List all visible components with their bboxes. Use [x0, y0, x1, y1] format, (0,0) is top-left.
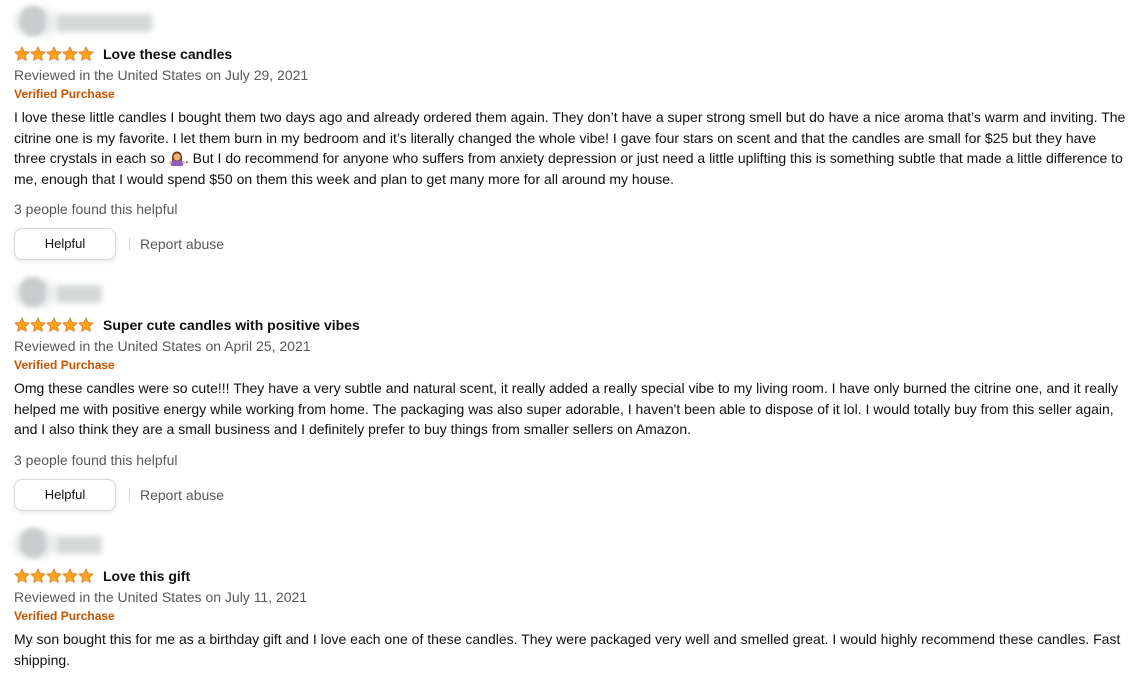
- review-actions: Helpful Report abuse: [14, 228, 1134, 260]
- helpful-count: 3 people found this helpful: [14, 451, 178, 468]
- star-icon: [14, 46, 30, 62]
- review-date: Reviewed in the United States on April 2…: [14, 338, 311, 354]
- report-abuse-link[interactable]: Report abuse: [140, 236, 224, 252]
- review-header: Love these candles: [14, 44, 1134, 64]
- star-icon: [14, 568, 30, 584]
- verified-purchase-badge: Verified Purchase: [14, 87, 115, 101]
- star-icon: [78, 317, 94, 333]
- helpful-button[interactable]: Helpful: [14, 228, 116, 260]
- star-icon: [46, 568, 62, 584]
- star-rating[interactable]: [14, 46, 94, 62]
- verified-purchase-badge: Verified Purchase: [14, 609, 115, 623]
- review-header: Love this gift: [14, 566, 1134, 586]
- avatar[interactable]: [20, 277, 46, 307]
- star-icon: [14, 317, 30, 333]
- review-1: Love these candles Reviewed in the Unite…: [14, 6, 1134, 260]
- review-title[interactable]: Super cute candles with positive vibes: [103, 317, 360, 333]
- star-icon: [62, 46, 78, 62]
- reviewer-profile[interactable]: [14, 528, 1134, 560]
- reviewer-profile[interactable]: [14, 277, 1134, 309]
- star-rating[interactable]: [14, 317, 94, 333]
- review-header: Super cute candles with positive vibes: [14, 315, 1134, 335]
- star-icon: [46, 46, 62, 62]
- review-title[interactable]: Love this gift: [103, 568, 190, 584]
- reviewer-name-redacted: [56, 285, 102, 303]
- verified-purchase-badge: Verified Purchase: [14, 358, 115, 372]
- star-icon: [62, 317, 78, 333]
- star-icon: [62, 568, 78, 584]
- action-divider: [129, 237, 130, 251]
- star-icon: [46, 317, 62, 333]
- woman-shrugging-emoji: [169, 151, 185, 166]
- helpful-button[interactable]: Helpful: [14, 478, 116, 511]
- reviewer-name-redacted: [56, 536, 102, 554]
- star-rating[interactable]: [14, 568, 94, 584]
- star-icon: [78, 46, 94, 62]
- review-date: Reviewed in the United States on July 11…: [14, 589, 308, 605]
- star-icon: [30, 317, 46, 333]
- star-icon: [30, 568, 46, 584]
- review-2: Super cute candles with positive vibes R…: [14, 277, 1134, 511]
- reviewer-name-redacted: [56, 14, 152, 32]
- review-text: I love these little candles I bought the…: [14, 107, 1129, 189]
- reviewer-profile[interactable]: [14, 6, 1134, 38]
- star-icon: [78, 568, 94, 584]
- review-text: Omg these candles were so cute!!! They h…: [14, 380, 1118, 437]
- helpful-count: 3 people found this helpful: [14, 201, 178, 217]
- avatar[interactable]: [20, 6, 46, 36]
- review-text: My son bought this for me as a birthday …: [14, 631, 1121, 668]
- star-icon: [30, 46, 46, 62]
- review-date: Reviewed in the United States on July 29…: [14, 67, 309, 83]
- review-actions: Helpful Report abuse: [14, 478, 1134, 511]
- review-3: Love this gift Reviewed in the United St…: [14, 528, 1134, 670]
- action-divider: [129, 487, 130, 502]
- review-title[interactable]: Love these candles: [103, 46, 232, 62]
- avatar[interactable]: [20, 528, 46, 558]
- report-abuse-link[interactable]: Report abuse: [140, 487, 224, 503]
